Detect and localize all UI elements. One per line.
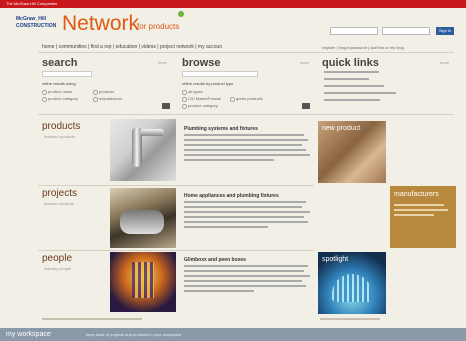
- projects-heading: projects: [42, 188, 78, 199]
- manufacturers-label: manufacturers: [394, 191, 439, 198]
- article-text-line: [184, 149, 306, 151]
- article-text-line: [184, 221, 308, 223]
- projects-article-title[interactable]: Home appliances and plumbing fixtures: [184, 193, 279, 199]
- workspace-bar[interactable]: [0, 328, 466, 341]
- search-options-label: refine results using: [42, 81, 76, 86]
- quick-link[interactable]: [324, 92, 396, 94]
- legal-text-line: [320, 318, 380, 320]
- browse-option-radio[interactable]: [182, 90, 187, 95]
- divider: [38, 52, 454, 53]
- logo-line-2: CONSTRUCTION: [16, 23, 57, 29]
- logo-line-1: McGraw_Hill: [16, 16, 47, 22]
- spotlight-tile[interactable]: spotlight: [318, 252, 386, 314]
- browse-select[interactable]: [182, 71, 258, 77]
- search-option-radio[interactable]: [93, 90, 98, 95]
- search-go-button[interactable]: [162, 103, 170, 109]
- search-input[interactable]: [42, 71, 92, 77]
- tile-text-line: [394, 209, 448, 211]
- password-field[interactable]: [382, 27, 430, 35]
- article-text-line: [184, 201, 306, 203]
- article-text-line: [184, 134, 304, 136]
- search-option-4: manufacturer: [99, 96, 123, 101]
- browse-option-radio[interactable]: [230, 97, 235, 102]
- page: The McGraw-Hill Companies McGraw_Hill CO…: [0, 0, 466, 341]
- tile-text-line: [394, 214, 434, 216]
- article-text-line: [184, 280, 302, 282]
- new-product-tile[interactable]: new product: [318, 121, 386, 183]
- article-text-line: [184, 211, 310, 213]
- quick-link[interactable]: [324, 78, 369, 80]
- username-field[interactable]: [330, 27, 378, 35]
- article-text-line: [184, 275, 310, 277]
- people-heading: people: [42, 253, 73, 264]
- search-option-1: product name: [48, 89, 73, 94]
- search-option-2: products: [99, 89, 115, 94]
- quick-link[interactable]: [324, 71, 379, 73]
- spotlight-label: spotlight: [322, 256, 349, 263]
- manufacturers-tile[interactable]: manufacturers: [390, 186, 456, 248]
- divider: [38, 250, 314, 251]
- browse-option-2: CSI MasterFormat: [188, 96, 221, 101]
- article-text-line: [184, 285, 306, 287]
- legal-text-line: [42, 318, 142, 320]
- top-bar-text: The McGraw-Hill Companies: [6, 1, 58, 6]
- divider: [38, 114, 454, 115]
- article-text-line: [184, 159, 274, 161]
- quick-link[interactable]: [324, 85, 384, 87]
- article-text-line: [184, 290, 254, 292]
- article-text-line: [184, 216, 304, 218]
- search-heading: search: [42, 57, 78, 69]
- product-name: Network: [62, 12, 140, 35]
- search-option-radio[interactable]: [93, 97, 98, 102]
- browse-option-4: product category: [188, 103, 218, 108]
- browse-more-link[interactable]: more: [300, 60, 309, 65]
- search-more-link[interactable]: more: [158, 60, 167, 65]
- article-text-line: [184, 226, 268, 228]
- workspace-description: keep track of projects and products in y…: [86, 332, 182, 337]
- quick-link[interactable]: [324, 99, 380, 101]
- building-image[interactable]: [110, 252, 176, 312]
- article-text-line: [184, 144, 302, 146]
- article-text-line: [184, 154, 310, 156]
- browse-go-button[interactable]: [302, 103, 310, 109]
- article-text-line: [184, 206, 302, 208]
- projects-subheading[interactable]: featured projects: [44, 201, 74, 207]
- workspace-label[interactable]: my workspace: [6, 330, 51, 339]
- kitchen-sink-image[interactable]: [110, 188, 176, 248]
- top-bar: [0, 0, 466, 8]
- quick-links-heading: quick links: [322, 57, 379, 69]
- main-nav[interactable]: home | communities | find a rep | educat…: [42, 44, 222, 50]
- faucet-image[interactable]: [110, 119, 176, 181]
- tile-text-line: [394, 204, 444, 206]
- products-heading: products: [42, 121, 81, 132]
- new-product-label: new product: [322, 125, 361, 132]
- sign-in-button[interactable]: Sign in: [436, 27, 454, 35]
- search-option-3: product category: [48, 96, 78, 101]
- search-option-radio[interactable]: [42, 97, 47, 102]
- browse-option-3: green products: [236, 96, 263, 101]
- products-subheading[interactable]: featured products: [44, 134, 75, 140]
- product-suffix: for products: [137, 22, 180, 31]
- browse-filter-label: refine results by product type: [182, 81, 234, 86]
- quick-links-more-link[interactable]: more: [440, 60, 449, 65]
- browse-heading: browse: [182, 57, 221, 69]
- secondary-nav[interactable]: register | forgot password | add this to…: [322, 45, 462, 50]
- products-article-title[interactable]: Plumbing systems and fixtures: [184, 126, 258, 132]
- browse-option-radio[interactable]: [182, 97, 187, 102]
- article-text-line: [184, 139, 308, 141]
- leaf-icon: [178, 11, 184, 17]
- browse-option-radio[interactable]: [182, 104, 187, 109]
- search-option-radio[interactable]: [42, 90, 47, 95]
- people-subheading[interactable]: industry people: [44, 266, 71, 272]
- browse-option-1: all types: [188, 89, 203, 94]
- article-text-line: [184, 270, 304, 272]
- people-article-title[interactable]: Glimboxx and peen boxes: [184, 257, 246, 263]
- article-text-line: [184, 265, 308, 267]
- divider: [38, 185, 314, 186]
